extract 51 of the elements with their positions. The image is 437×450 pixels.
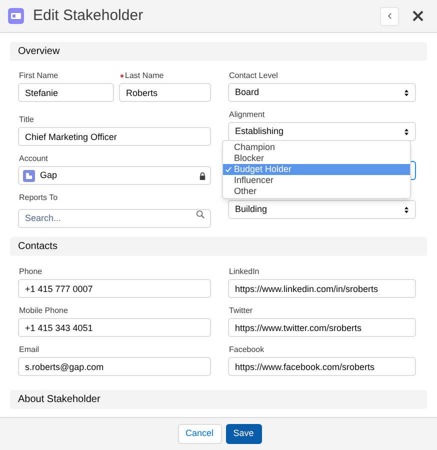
dropdown-option[interactable]: Blocker xyxy=(223,153,410,164)
field-label: Reports To xyxy=(19,192,58,204)
search-field[interactable]: Search... xyxy=(18,208,211,228)
cancel-button[interactable]: Cancel xyxy=(178,424,222,444)
chevron-left-icon xyxy=(386,12,394,20)
close-icon xyxy=(412,10,424,22)
input-field[interactable]: https://www.facebook.com/sroberts xyxy=(228,357,416,376)
field-label: Email xyxy=(19,344,40,356)
select-field[interactable]: Board xyxy=(228,83,416,102)
field-label: Title xyxy=(19,114,34,126)
save-button[interactable]: Save xyxy=(226,424,262,444)
field-label: Facebook xyxy=(229,344,264,356)
building-icon xyxy=(23,170,35,182)
dropdown-option[interactable]: Champion xyxy=(223,142,410,153)
section-header: About Stakeholder xyxy=(10,390,427,409)
field-label: Mobile Phone xyxy=(19,305,68,317)
select-field[interactable]: Establishing xyxy=(228,122,416,141)
sort-arrows-icon xyxy=(404,88,409,96)
dropdown-option[interactable]: Other xyxy=(223,186,410,197)
field-value: Establishing xyxy=(235,124,285,138)
field-label: Alignment xyxy=(229,109,265,121)
field-value: Gap xyxy=(40,168,58,182)
input-field[interactable]: Stefanie xyxy=(18,83,114,102)
input-field[interactable]: +1 415 343 4051 xyxy=(18,318,211,337)
sort-arrows-icon xyxy=(404,128,409,136)
field-value: Building xyxy=(235,202,268,216)
field-label: LinkedIn xyxy=(229,266,260,278)
field-label: Twitter xyxy=(229,305,253,317)
dropdown-option[interactable]: Influencer xyxy=(223,175,410,186)
input-field[interactable]: https://www.linkedin.com/in/sroberts xyxy=(228,279,416,298)
input-field[interactable]: Chief Marketing Officer xyxy=(18,127,211,146)
field-label: Contact Level xyxy=(229,70,278,82)
close-button[interactable] xyxy=(411,9,425,23)
field-value: Board xyxy=(235,86,260,99)
dialog-title: Edit Stakeholder xyxy=(33,6,144,26)
contact-card-icon xyxy=(8,8,24,24)
section-header: Contacts xyxy=(10,237,427,256)
sort-arrows-icon xyxy=(404,206,409,214)
check-icon xyxy=(225,166,232,173)
field-label: Last Name xyxy=(125,70,164,82)
field-label: Phone xyxy=(19,266,42,278)
field-label: First Name xyxy=(19,70,58,82)
input-field[interactable]: https://www.twitter.com/sroberts xyxy=(228,318,416,337)
section-header: Overview xyxy=(10,42,427,61)
input-field[interactable]: +1 415 777 0007 xyxy=(18,279,211,298)
lookup-field[interactable]: Gap xyxy=(18,166,211,185)
input-field[interactable]: Roberts xyxy=(119,83,211,102)
input-field[interactable]: s.roberts@gap.com xyxy=(18,357,211,376)
search-icon xyxy=(196,210,205,219)
field-label: Account xyxy=(19,153,48,165)
select-field[interactable]: Building xyxy=(228,200,416,219)
